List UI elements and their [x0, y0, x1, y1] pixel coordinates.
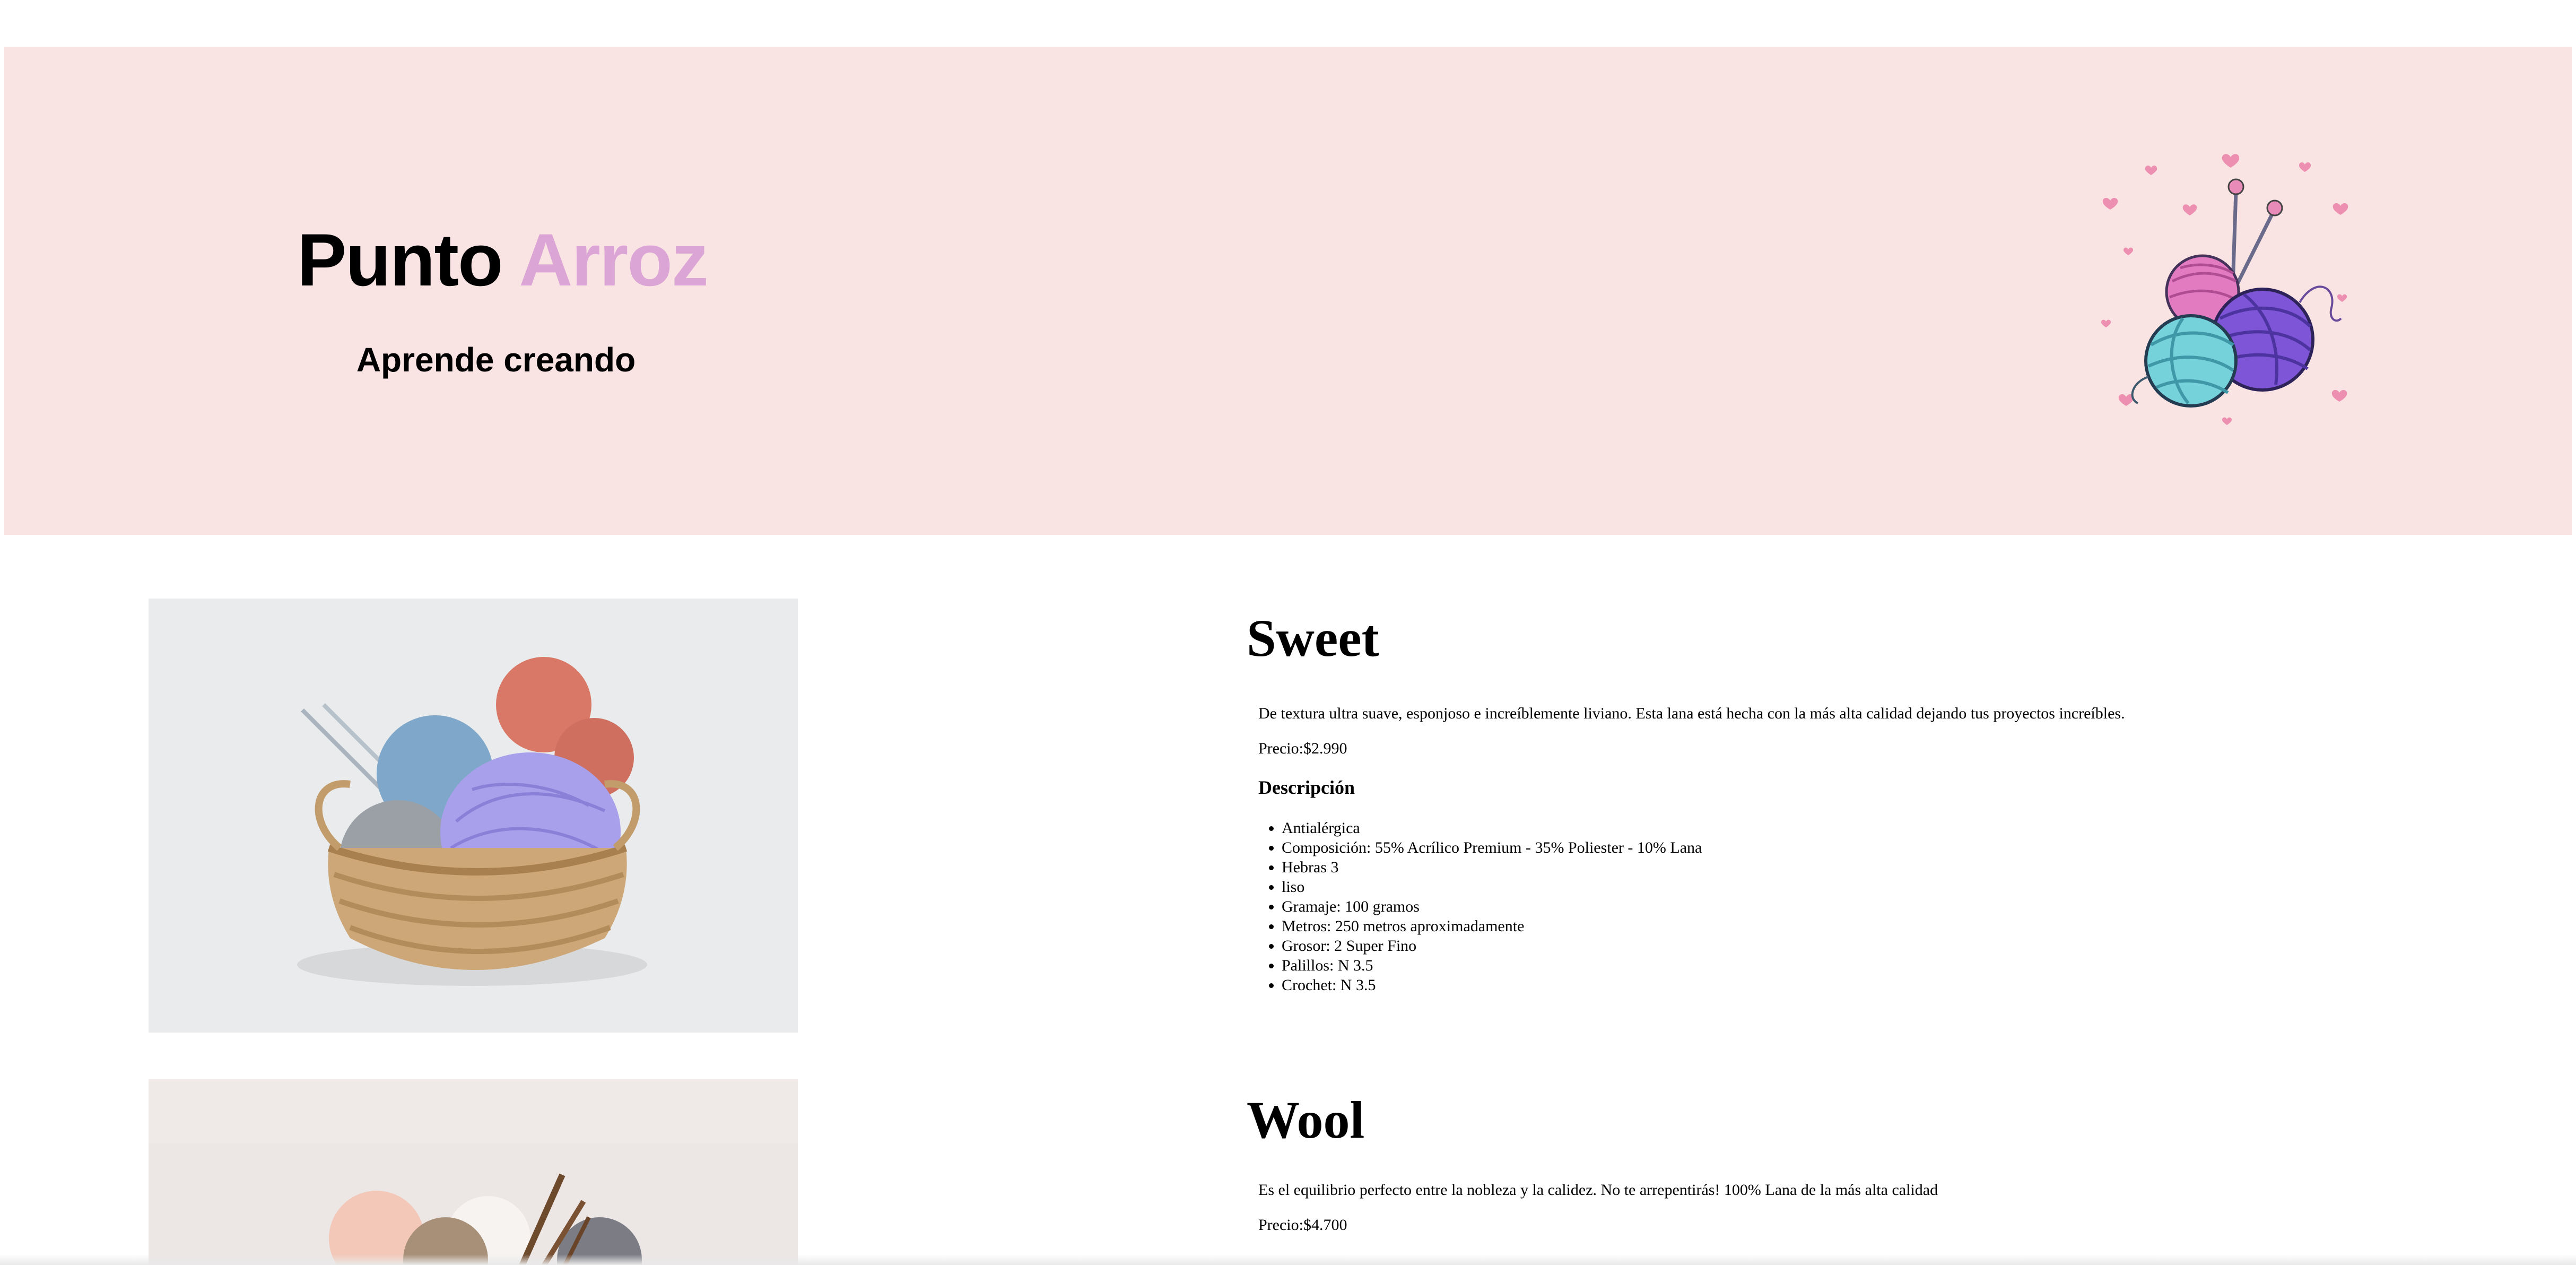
list-item: Crochet: N 3.5 — [1282, 975, 2467, 995]
list-item: Composición: 55% Acrílico Premium - 35% … — [1282, 838, 2467, 857]
brand-word-arroz: Arroz — [519, 218, 709, 301]
list-item: liso — [1282, 877, 2467, 897]
product-description: De textura ultra suave, esponjoso e incr… — [1258, 705, 2125, 722]
list-item: Antialérgica — [1282, 818, 2467, 838]
product-sweet: Sweet De textura ultra suave, esponjoso … — [1247, 609, 2467, 995]
product-image-wool — [149, 1079, 798, 1265]
list-item: Grosor: 2 Super Fino — [1282, 936, 2467, 956]
product-price: Precio:$2.990 — [1258, 739, 1347, 757]
product-image-sweet — [149, 599, 798, 1033]
list-item: Palillos: N 3.5 — [1282, 956, 2467, 975]
list-item: Metros: 250 metros aproximadamente — [1282, 916, 2467, 936]
bottom-edge-shadow — [0, 1254, 2576, 1265]
product-title: Wool — [1247, 1090, 1365, 1149]
list-item: Gramaje: 100 gramos — [1282, 897, 2467, 916]
product-description: Es el equilibrio perfecto entre la noble… — [1258, 1181, 1938, 1199]
tagline: Aprende creando — [356, 341, 636, 379]
details-list: Antialérgica Composición: 55% Acrílico P… — [1247, 818, 2467, 995]
product-title: Sweet — [1247, 609, 1379, 668]
details-heading: Descripción — [1258, 777, 1355, 798]
page: Punto Arroz Aprende creando Sweet De tex… — [0, 0, 2576, 1265]
product-price: Precio:$4.700 — [1258, 1216, 1347, 1234]
yarn-balls-knitting-needles-hearts-icon — [2090, 143, 2366, 440]
brand-word-punto: Punto — [297, 218, 503, 301]
product-wool: Wool Es el equilibrio perfecto entre la … — [1247, 1091, 2467, 1235]
brand-title: Punto Arroz — [297, 223, 709, 297]
list-item: Hebras 3 — [1282, 857, 2467, 877]
